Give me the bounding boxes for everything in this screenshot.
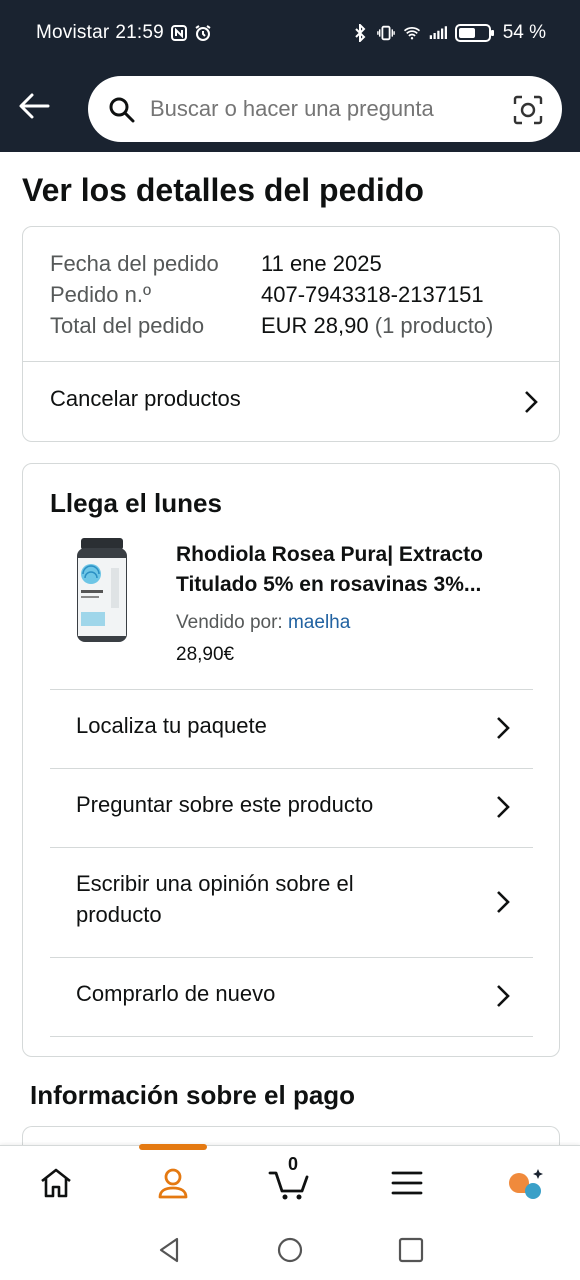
clock: 21:59: [115, 22, 164, 43]
track-package-label: Localiza tu paquete: [76, 713, 267, 738]
chevron-right-icon: [497, 985, 510, 1007]
chevron-right-icon: [497, 796, 510, 818]
ask-question-row[interactable]: Preguntar sobre este producto: [23, 769, 559, 847]
product-image[interactable]: [75, 538, 129, 644]
order-date-label: Fecha del pedido: [50, 251, 219, 276]
carrier-name: Movistar: [36, 22, 110, 43]
divider: [50, 1036, 533, 1037]
bottom-navigation: 0: [0, 1144, 580, 1219]
cancel-products-row[interactable]: Cancelar productos: [23, 362, 559, 442]
order-number-value: 407-7943318-2137151: [261, 282, 484, 307]
app-header: [0, 70, 580, 152]
vibrate-icon: [376, 24, 395, 42]
page-title: Ver los detalles del pedido: [22, 172, 424, 208]
system-home-icon[interactable]: [275, 1235, 305, 1265]
battery-level: 54 %: [502, 22, 546, 43]
write-review-row[interactable]: Escribir una opinión sobre el producto: [23, 848, 559, 957]
track-package-row[interactable]: Localiza tu paquete: [23, 690, 559, 768]
menu-icon: [391, 1171, 423, 1195]
nav-home[interactable]: [31, 1160, 81, 1206]
sold-by-label: Vendido por:: [176, 612, 283, 633]
status-right: 54 %: [351, 22, 546, 44]
nav-account[interactable]: [148, 1160, 198, 1206]
system-back-icon[interactable]: [155, 1235, 185, 1265]
nfc-icon: [170, 24, 188, 42]
order-date-value: 11 ene 2025: [261, 251, 382, 276]
buy-again-label: Comprarlo de nuevo: [76, 981, 276, 1006]
cart-count: 0: [287, 1154, 298, 1174]
rufus-assistant-icon: [509, 1169, 543, 1199]
system-navigation-bar: [0, 1219, 580, 1280]
arrival-heading: Llega el lunes: [50, 488, 222, 518]
order-item-count: (1 producto): [374, 313, 494, 338]
sold-by: Vendido por: maelha: [176, 612, 350, 634]
product-price: 28,90€: [176, 644, 235, 665]
payment-info-heading: Información sobre el pago: [30, 1080, 356, 1110]
chevron-right-icon: [525, 391, 538, 413]
signal-icon: [429, 24, 447, 42]
camera-search-icon[interactable]: [512, 94, 544, 126]
nav-menu[interactable]: [382, 1160, 432, 1206]
status-left: Movistar 21:59: [36, 22, 212, 44]
cancel-products-label: Cancelar productos: [50, 386, 241, 411]
write-review-label: Escribir una opinión sobre el producto: [76, 871, 354, 927]
order-total-label: Total del pedido: [50, 313, 205, 338]
back-arrow-icon: [19, 93, 50, 119]
search-input[interactable]: [150, 76, 490, 142]
nav-cart[interactable]: 0: [265, 1154, 315, 1206]
wifi-icon: [403, 24, 421, 42]
ask-question-label: Preguntar sobre este producto: [76, 792, 374, 817]
chevron-right-icon: [497, 717, 510, 739]
alarm-icon: [194, 24, 212, 42]
seller-link[interactable]: maelha: [288, 612, 350, 633]
order-total-value: EUR 28,90 (1 producto): [261, 313, 493, 339]
shipment-card: Llega el lunes Rhodiola Rosea Pura| Extr…: [22, 463, 560, 1057]
status-bar: Movistar 21:59 54 %: [0, 0, 580, 70]
search-icon[interactable]: [108, 96, 136, 124]
buy-again-row[interactable]: Comprarlo de nuevo: [23, 958, 559, 1036]
bluetooth-icon: [351, 24, 369, 42]
system-recents-icon[interactable]: [396, 1235, 426, 1265]
search-bar[interactable]: [88, 76, 562, 142]
chevron-right-icon: [497, 891, 510, 913]
order-number-label: Pedido n.º: [50, 282, 151, 307]
home-icon: [41, 1168, 71, 1198]
order-total-amount: EUR 28,90: [261, 313, 369, 338]
nav-rufus[interactable]: [500, 1160, 550, 1206]
account-icon: [158, 1168, 188, 1199]
order-summary-card: Fecha del pedido 11 ene 2025 Pedido n.º …: [22, 226, 560, 442]
battery-icon: [454, 24, 495, 42]
product-title[interactable]: Rhodiola Rosea Pura| Extracto Titulado 5…: [176, 540, 536, 600]
active-tab-indicator: [139, 1144, 207, 1150]
back-button[interactable]: [16, 88, 52, 124]
